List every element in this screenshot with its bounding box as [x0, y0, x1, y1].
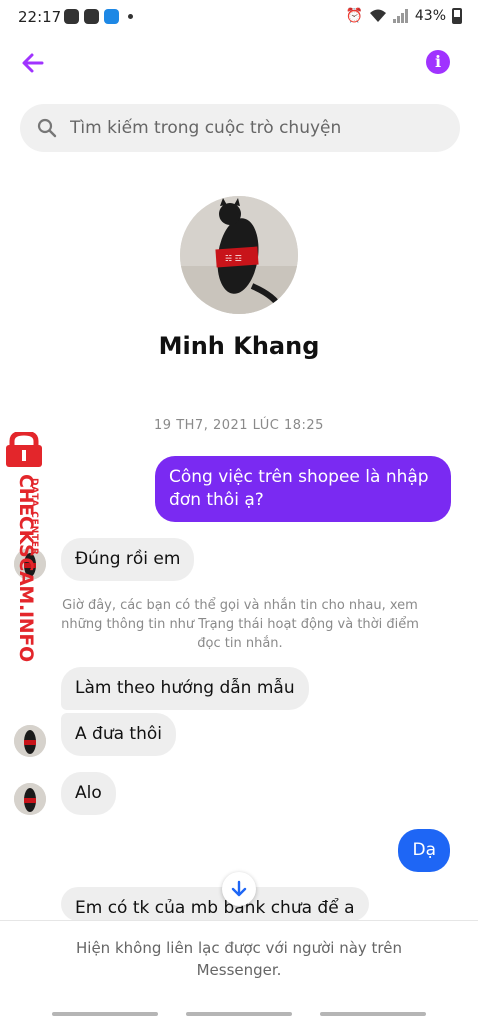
battery-percent: 43% [414, 8, 446, 24]
contact-avatar[interactable] [14, 783, 46, 815]
system-note: Giờ đây, các bạn có thể gọi và nhắn tin … [61, 598, 419, 651]
back-arrow-icon[interactable] [16, 46, 50, 80]
arrow-down-icon [231, 880, 247, 897]
app-notification-icon [64, 9, 79, 24]
unavailable-notice: Hiện không liên lạc được với người này t… [76, 939, 402, 979]
profile-name: Minh Khang [158, 332, 320, 360]
conversation-header: i [0, 40, 478, 86]
message-timestamp: 19 TH7, 2021 LÚC 18:25 [154, 418, 324, 433]
nav-home-button[interactable] [186, 1012, 292, 1016]
bottom-panel: Hiện không liên lạc được với người này t… [0, 920, 478, 1024]
contact-avatar[interactable] [14, 725, 46, 757]
search-icon [37, 118, 57, 138]
incoming-message[interactable]: A đưa thôi [61, 713, 176, 756]
profile-avatar[interactable]: ☵ ☲ [180, 196, 298, 314]
wifi-icon [369, 9, 386, 22]
nav-recents-button[interactable] [52, 1012, 158, 1016]
battery-icon [452, 8, 462, 24]
navigation-bar [0, 1002, 478, 1024]
cat-photo-icon [14, 783, 46, 815]
search-bar[interactable] [20, 104, 460, 152]
incoming-message[interactable]: Em có tk của mb bank chưa để a [61, 887, 369, 921]
watermark-text: CHECKSCAM.INFO DATA CENTER [15, 474, 39, 662]
nav-back-button[interactable] [320, 1012, 426, 1016]
status-bar: 22:17 ⏰ 43% [0, 0, 478, 36]
notification-icons [64, 9, 133, 24]
svg-text:☵ ☲: ☵ ☲ [225, 254, 242, 263]
app-notification-icon-2 [84, 9, 99, 24]
incoming-message[interactable]: Làm theo hướng dẫn mẫu [61, 667, 309, 710]
status-time: 22:17 [18, 8, 62, 26]
alarm-icon: ⏰ [345, 8, 363, 24]
outgoing-message[interactable]: Dạ [398, 829, 450, 872]
cat-photo-icon [14, 725, 46, 757]
incoming-message[interactable]: Alo [61, 772, 116, 815]
watermark: CHECKSCAM.INFO DATA CENTER [0, 430, 56, 662]
system-icons: ⏰ 43% [345, 8, 462, 24]
scroll-down-button[interactable] [222, 872, 256, 906]
cat-photo-icon: ☵ ☲ [180, 196, 298, 314]
info-icon[interactable]: i [426, 50, 450, 74]
search-input[interactable] [70, 118, 460, 138]
outgoing-message[interactable]: Công việc trên shopee là nhập đơn thôi ạ… [155, 456, 451, 522]
watermark-sub: DATA CENTER [29, 478, 39, 556]
signal-icon [392, 9, 408, 23]
app-notification-icon-3 [104, 9, 119, 24]
incoming-message[interactable]: Đúng rồi em [61, 538, 195, 581]
more-notifications-dot [128, 14, 133, 19]
